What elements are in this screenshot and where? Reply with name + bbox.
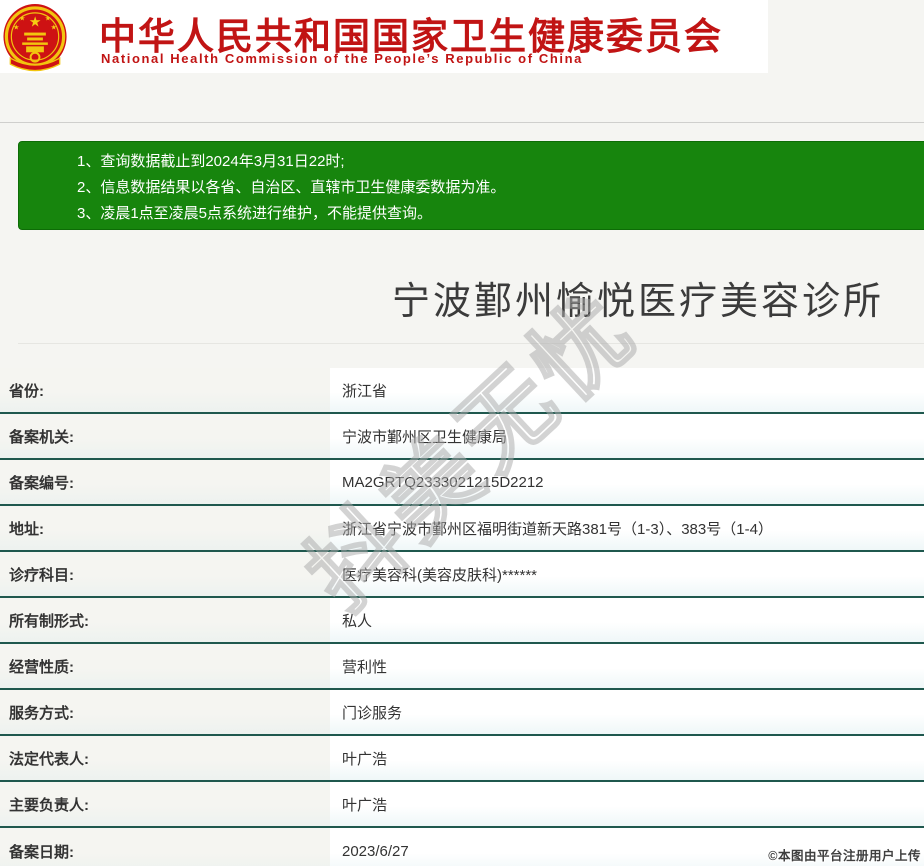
field-value: 门诊服务 bbox=[330, 690, 924, 734]
svg-text:★: ★ bbox=[51, 24, 57, 32]
page: ★ ★ ★ ★ ★ 中华人民共和国国家卫生健康委员会 National Heal… bbox=[0, 0, 924, 866]
field-label: 备案日期: bbox=[0, 828, 330, 866]
svg-text:★: ★ bbox=[13, 24, 19, 32]
notice-item: 1、查询数据截止到2024年3月31日22时; bbox=[77, 153, 345, 170]
table-row: 省份: 浙江省 bbox=[0, 368, 924, 414]
svg-text:★: ★ bbox=[29, 15, 41, 30]
table-row: 所有制形式: 私人 bbox=[0, 598, 924, 644]
field-label: 备案机关: bbox=[0, 414, 330, 458]
table-row: 地址: 浙江省宁波市鄞州区福明街道新天路381号（1-3）、383号（1-4） bbox=[0, 506, 924, 552]
field-value: 医疗美容科(美容皮肤科)****** bbox=[330, 552, 924, 596]
institution-name: 宁波鄞州愉悦医疗美容诊所 bbox=[392, 281, 885, 323]
notice-item: 3、凌晨1点至凌晨5点系统进行维护，不能提供查询。 bbox=[77, 205, 433, 222]
field-value: 营利性 bbox=[330, 644, 924, 688]
table-row: 主要负责人: 叶广浩 bbox=[0, 782, 924, 828]
table-row: 诊疗科目: 医疗美容科(美容皮肤科)****** bbox=[0, 552, 924, 598]
notice-item: 2、信息数据结果以各省、自治区、直辖市卫生健康委数据为准。 bbox=[77, 179, 506, 196]
upload-copyright-note: ©本图由平台注册用户上传 bbox=[768, 849, 921, 863]
svg-text:★: ★ bbox=[19, 15, 25, 23]
field-label: 省份: bbox=[0, 368, 330, 412]
notice-box: 1、查询数据截止到2024年3月31日22时; 2、信息数据结果以各省、自治区、直… bbox=[18, 141, 924, 230]
top-band: ★ ★ ★ ★ ★ 中华人民共和国国家卫生健康委员会 National Heal… bbox=[0, 0, 924, 123]
table-row: 备案编号: MA2GRTQ2333021215D2212 bbox=[0, 460, 924, 506]
field-label: 经营性质: bbox=[0, 644, 330, 688]
field-label: 地址: bbox=[0, 506, 330, 550]
field-value: 私人 bbox=[330, 598, 924, 642]
table-row: 服务方式: 门诊服务 bbox=[0, 690, 924, 736]
notice-list: 1、查询数据截止到2024年3月31日22时; 2、信息数据结果以各省、自治区、直… bbox=[77, 149, 924, 227]
table-row: 备案机关: 宁波市鄞州区卫生健康局 bbox=[0, 414, 924, 460]
field-label: 主要负责人: bbox=[0, 782, 330, 826]
table-row: 法定代表人: 叶广浩 bbox=[0, 736, 924, 782]
field-value: 叶广浩 bbox=[330, 736, 924, 780]
header-title-en: National Health Commission of the People… bbox=[101, 51, 583, 66]
field-value: 浙江省 bbox=[330, 368, 924, 412]
field-value: MA2GRTQ2333021215D2212 bbox=[330, 460, 924, 504]
table-row: 经营性质: 营利性 bbox=[0, 644, 924, 690]
field-label: 备案编号: bbox=[0, 460, 330, 504]
field-label: 法定代表人: bbox=[0, 736, 330, 780]
field-label: 所有制形式: bbox=[0, 598, 330, 642]
title-divider bbox=[18, 343, 924, 344]
site-header: ★ ★ ★ ★ ★ 中华人民共和国国家卫生健康委员会 National Heal… bbox=[0, 0, 768, 73]
field-value: 叶广浩 bbox=[330, 782, 924, 826]
field-value: 浙江省宁波市鄞州区福明街道新天路381号（1-3）、383号（1-4） bbox=[330, 506, 924, 550]
info-table: 省份: 浙江省 备案机关: 宁波市鄞州区卫生健康局 备案编号: MA2GRTQ2… bbox=[0, 368, 924, 866]
field-label: 服务方式: bbox=[0, 690, 330, 734]
svg-text:★: ★ bbox=[45, 15, 51, 23]
field-label: 诊疗科目: bbox=[0, 552, 330, 596]
national-emblem-icon: ★ ★ ★ ★ ★ bbox=[3, 3, 67, 72]
field-value: 宁波市鄞州区卫生健康局 bbox=[330, 414, 924, 458]
